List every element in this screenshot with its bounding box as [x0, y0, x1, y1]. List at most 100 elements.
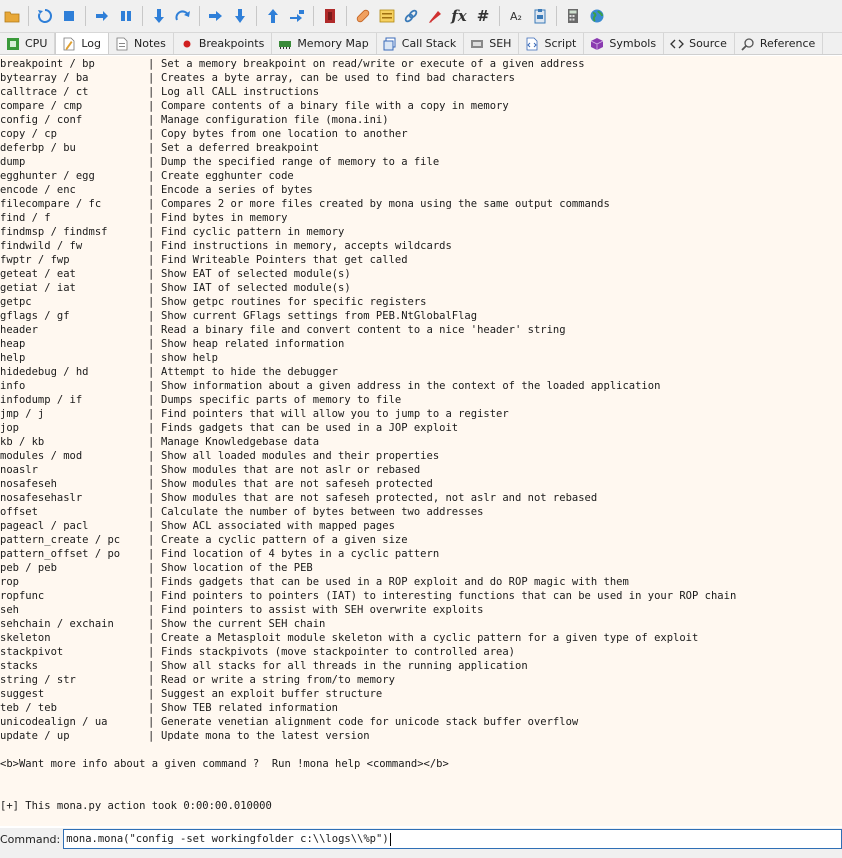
command-description: Find pointers to assist with SEH overwri… [161, 604, 484, 616]
log-line: jmp / j | Find pointers that will allow yo… [0, 407, 842, 421]
memory-map-icon [278, 37, 292, 51]
command-description: Set a memory breakpoint on read/write or… [161, 58, 585, 70]
tab-source[interactable]: Source [664, 33, 735, 54]
tab-label: Source [689, 37, 727, 50]
restart-icon[interactable] [35, 6, 55, 26]
command-name: gflags / gf [0, 310, 70, 322]
column-separator: | [148, 268, 155, 280]
text-caret [389, 832, 391, 846]
tab-label: Notes [134, 37, 166, 50]
command-description: Log all CALL instructions [161, 86, 320, 98]
column-separator: | [148, 296, 155, 308]
log-line: header | Read a binary file and convert co… [0, 323, 842, 337]
command-description: Show IAT of selected module(s) [161, 282, 351, 294]
tab-cpu[interactable]: CPU [0, 33, 56, 54]
command-description: Manage Knowledgebase data [161, 436, 320, 448]
command-description: Show getpc routines for specific registe… [161, 296, 427, 308]
log-line: noaslr | Show modules that are not aslr or… [0, 463, 842, 477]
column-separator: | [148, 254, 155, 266]
command-description: Encode a series of bytes [161, 184, 313, 196]
column-separator: | [148, 366, 155, 378]
tab-memory-map[interactable]: Memory Map [272, 33, 377, 54]
command-name: jop [0, 422, 19, 434]
link-icon[interactable] [401, 6, 421, 26]
trace-into-icon[interactable] [206, 6, 226, 26]
command-input[interactable]: mona.mona("config -set workingfolder c:\… [63, 829, 842, 849]
log-line: nosafeseh | Show modules that are not safe… [0, 477, 842, 491]
seh-icon [470, 37, 484, 51]
command-name: findmsp / findmsf [0, 226, 108, 238]
command-name: header [0, 324, 38, 336]
stop-icon[interactable] [59, 6, 79, 26]
step-into-icon[interactable] [149, 6, 169, 26]
command-name: skeleton [0, 632, 51, 644]
log-line: ropfunc | Find pointers to pointers (IAT) … [0, 589, 842, 603]
command-description: Copy bytes from one location to another [161, 128, 408, 140]
column-separator: | [148, 156, 155, 168]
run-to-user-code-icon[interactable] [287, 6, 307, 26]
log-line: stacks | Show all stacks for all threads i… [0, 659, 842, 673]
log-line: hidedebug / hd | Attempt to hide the debug… [0, 365, 842, 379]
command-name: unicodealign / ua [0, 716, 108, 728]
tab-call-stack[interactable]: Call Stack [377, 33, 465, 54]
command-name: findwild / fw [0, 240, 83, 252]
globe-icon[interactable] [587, 6, 607, 26]
font-size-icon[interactable]: A₂ [506, 6, 526, 26]
log-line: bytearray / ba | Creates a byte array, can… [0, 71, 842, 85]
tab-label: Symbols [609, 37, 657, 50]
tab-symbols[interactable]: Symbols [584, 33, 665, 54]
log-line: info | Show information about a given addr… [0, 379, 842, 393]
command-name: nosafesehaslr [0, 492, 83, 504]
tab-log[interactable]: Log [55, 33, 110, 54]
column-separator: | [148, 282, 155, 294]
column-separator: | [148, 492, 155, 504]
comments-icon[interactable] [377, 6, 397, 26]
command-name: suggest [0, 688, 45, 700]
tab-notes[interactable]: Notes [109, 33, 174, 54]
tab-label: Script [544, 37, 577, 50]
highlight-icon[interactable] [425, 6, 445, 26]
command-name: teb / teb [0, 702, 57, 714]
function-icon[interactable]: fx [449, 6, 469, 26]
command-name: ropfunc [0, 590, 45, 602]
log-line: encode / enc | Encode a series of bytes [0, 183, 842, 197]
column-separator: | [148, 100, 155, 112]
log-line: modules / mod | Show all loaded modules an… [0, 449, 842, 463]
command-description: Show the current SEH chain [161, 618, 326, 630]
tab-reference[interactable]: Reference [735, 33, 824, 54]
clipboard-icon[interactable] [530, 6, 550, 26]
cpu-icon [6, 37, 20, 51]
column-separator: | [148, 660, 155, 672]
step-over-icon[interactable] [173, 6, 193, 26]
command-description: show help [161, 352, 218, 364]
patch-icon[interactable] [353, 6, 373, 26]
pause-icon[interactable] [116, 6, 136, 26]
open-folder-icon[interactable] [2, 6, 22, 26]
run-icon[interactable] [92, 6, 112, 26]
calculator-icon[interactable] [563, 6, 583, 26]
command-name: filecompare / fc [0, 198, 102, 210]
scylla-icon[interactable] [320, 6, 340, 26]
command-name: geteat / eat [0, 268, 76, 280]
column-separator: | [148, 604, 155, 616]
command-name: pattern_offset / po [0, 548, 121, 560]
column-separator: | [148, 674, 155, 686]
tab-seh[interactable]: SEH [464, 33, 520, 54]
command-description: Show heap related information [161, 338, 345, 350]
column-separator: | [148, 478, 155, 490]
main-toolbar: fx # A₂ [0, 0, 842, 33]
log-view[interactable]: <b>Want more info about a given command … [0, 56, 842, 826]
hash-icon[interactable]: # [473, 6, 493, 26]
tab-script[interactable]: Script [519, 33, 585, 54]
notes-icon [115, 37, 129, 51]
symbols-icon [590, 37, 604, 51]
execute-till-return-icon[interactable] [263, 6, 283, 26]
command-description: Show TEB related information [161, 702, 339, 714]
tab-breakpoints[interactable]: Breakpoints [174, 33, 273, 54]
command-name: rop [0, 576, 19, 588]
column-separator: | [148, 394, 155, 406]
command-name: info [0, 380, 26, 392]
command-name: offset [0, 506, 38, 518]
command-description: Show modules that are not safeseh protec… [161, 478, 433, 490]
trace-over-icon[interactable] [230, 6, 250, 26]
